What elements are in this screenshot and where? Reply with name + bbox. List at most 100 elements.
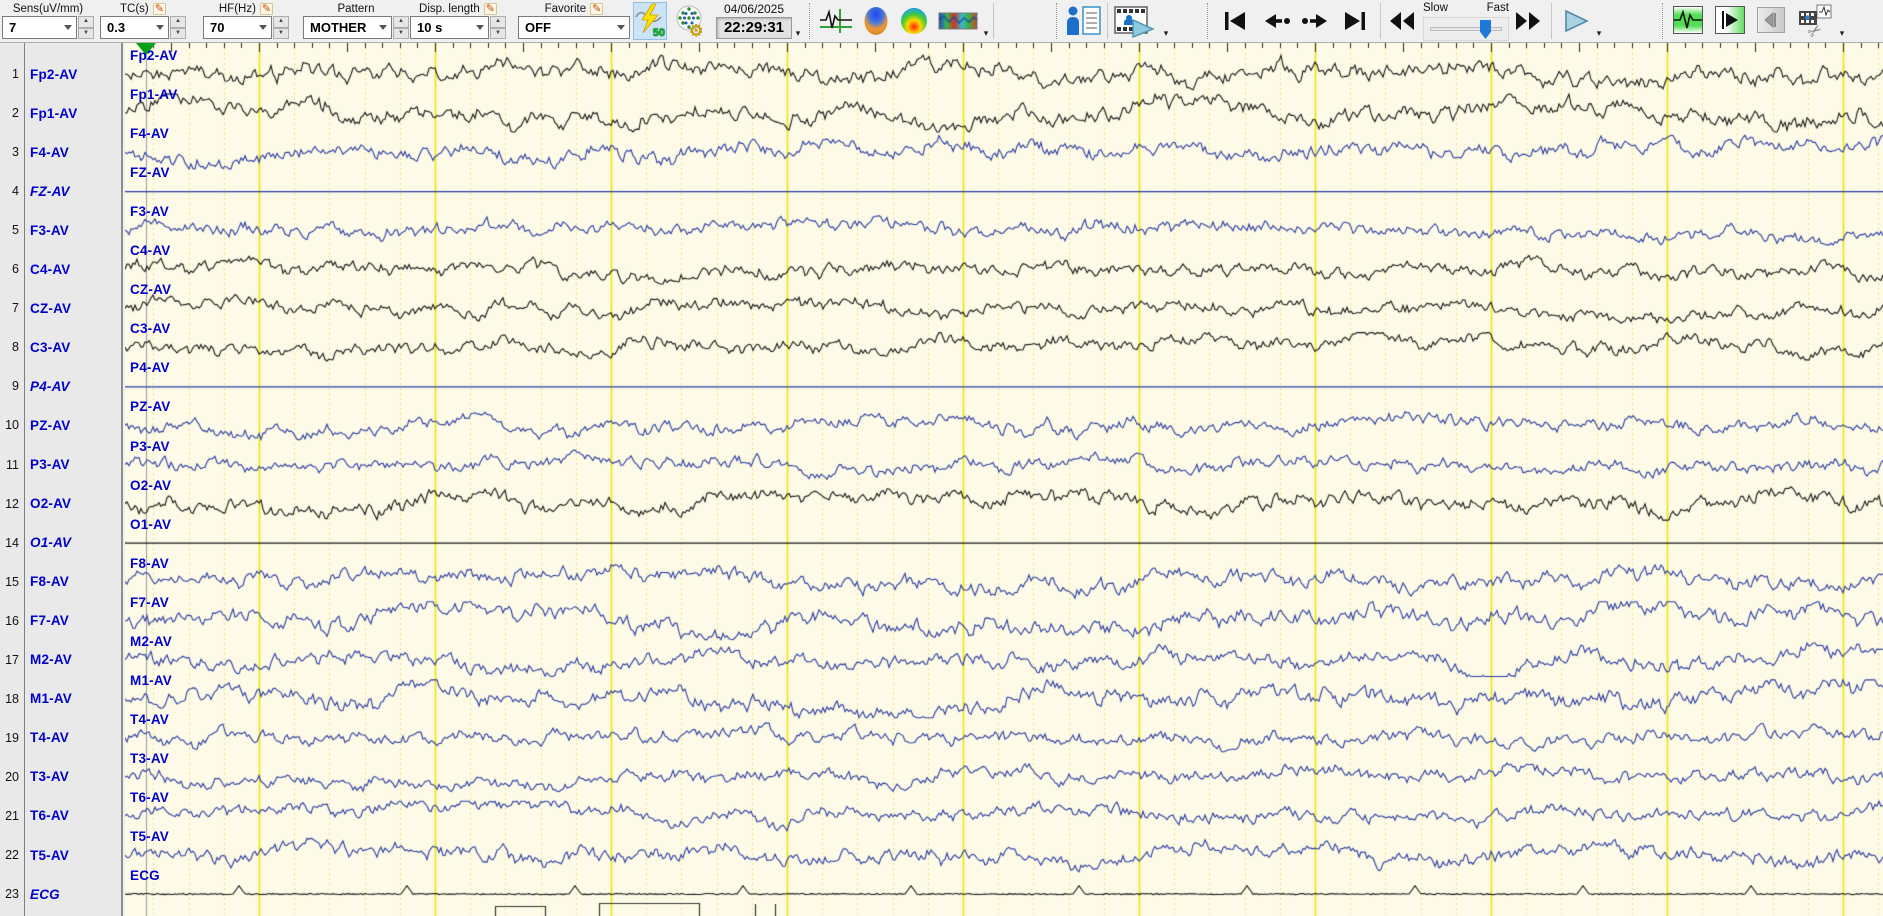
play-from-marker-button[interactable] bbox=[1715, 6, 1745, 34]
trace-label-f8-av[interactable]: F8-AV bbox=[130, 556, 169, 571]
sidebar-channel-p3-av[interactable]: 11 P3-AV bbox=[0, 456, 117, 474]
dsa-trend-button[interactable] bbox=[937, 2, 979, 40]
trace-label-fz-av[interactable]: FZ-AV bbox=[130, 165, 170, 180]
dropdown-arrow-icon[interactable]: ▾ bbox=[793, 28, 803, 39]
sidebar-channel-t4-av[interactable]: 19 T4-AV bbox=[0, 729, 117, 747]
play-button[interactable] bbox=[1562, 2, 1590, 40]
spin-down-icon[interactable]: ▼ bbox=[490, 27, 506, 39]
sidebar-channel-m2-av[interactable]: 17 M2-AV bbox=[0, 651, 117, 669]
sidebar-channel-t5-av[interactable]: 22 T5-AV bbox=[0, 846, 117, 864]
sidebar-channel-c4-av[interactable]: 6 C4-AV bbox=[0, 260, 117, 278]
sensitivity-spinner[interactable]: ▲ ▼ bbox=[78, 16, 94, 39]
video-clip-cut-button[interactable]: ✂ bbox=[1797, 2, 1833, 40]
trace-label-pz-av[interactable]: PZ-AV bbox=[130, 399, 171, 414]
sidebar-channel-f7-av[interactable]: 16 F7-AV bbox=[0, 612, 117, 630]
dropdown-arrow-icon[interactable]: ▾ bbox=[981, 28, 991, 39]
sidebar-channel-f3-av[interactable]: 5 F3-AV bbox=[0, 221, 117, 239]
display-length-combobox[interactable]: 10 s bbox=[410, 16, 489, 39]
trace-label-cz-av[interactable]: CZ-AV bbox=[130, 282, 171, 297]
head-map-3d-button[interactable] bbox=[860, 2, 892, 40]
trace-label-f4-av[interactable]: F4-AV bbox=[130, 126, 169, 141]
sensitivity-combobox[interactable]: 7 bbox=[2, 16, 77, 39]
trace-label-c4-av[interactable]: C4-AV bbox=[130, 243, 171, 258]
trace-label-p4-av[interactable]: P4-AV bbox=[130, 360, 170, 375]
trace-label-t5-av[interactable]: T5-AV bbox=[130, 829, 169, 844]
favorite-combobox[interactable]: OFF bbox=[518, 16, 630, 39]
edit-pencil-icon[interactable]: ✎ bbox=[152, 2, 166, 15]
edit-pencil-icon[interactable]: ✎ bbox=[590, 2, 604, 15]
sidebar-channel-pz-av[interactable]: 10 PZ-AV bbox=[0, 416, 117, 434]
sidebar-channel-f4-av[interactable]: 3 F4-AV bbox=[0, 143, 117, 161]
step-forward-button[interactable] bbox=[1300, 2, 1330, 40]
pattern-spinner[interactable]: ▲ ▼ bbox=[393, 16, 409, 39]
spin-up-icon[interactable]: ▲ bbox=[393, 16, 409, 28]
hf-spinner[interactable]: ▲ ▼ bbox=[273, 16, 289, 39]
trace-label-f7-av[interactable]: F7-AV bbox=[130, 595, 169, 610]
slider-track[interactable] bbox=[1430, 27, 1502, 31]
dropdown-arrow-icon[interactable]: ▾ bbox=[1161, 28, 1171, 39]
time-value: 22:29:31 bbox=[716, 17, 792, 39]
patient-info-button[interactable] bbox=[1065, 2, 1103, 40]
tc-spinner[interactable]: ▲ ▼ bbox=[170, 16, 186, 39]
previous-event-button-disabled[interactable] bbox=[1757, 7, 1785, 33]
fast-forward-button[interactable] bbox=[1513, 2, 1543, 40]
spin-down-icon[interactable]: ▼ bbox=[273, 27, 289, 39]
spin-up-icon[interactable]: ▲ bbox=[78, 16, 94, 28]
event-marker-button[interactable] bbox=[818, 2, 854, 40]
trace-label-fp1-av[interactable]: Fp1-AV bbox=[130, 87, 177, 102]
video-playback-button[interactable] bbox=[1113, 2, 1155, 40]
sidebar-channel-t3-av[interactable]: 20 T3-AV bbox=[0, 768, 117, 786]
spin-down-icon[interactable]: ▼ bbox=[393, 27, 409, 39]
sidebar-channel-fp2-av[interactable]: 1 Fp2-AV bbox=[0, 65, 117, 83]
spin-up-icon[interactable]: ▲ bbox=[490, 16, 506, 28]
speed-slider[interactable] bbox=[1423, 17, 1509, 41]
eeg-trace-canvas[interactable] bbox=[125, 43, 1883, 916]
tc-combobox[interactable]: 0.3 bbox=[100, 16, 169, 39]
trace-label-m1-av[interactable]: M1-AV bbox=[130, 673, 172, 688]
trace-label-t6-av[interactable]: T6-AV bbox=[130, 790, 169, 805]
rewind-button[interactable] bbox=[1387, 2, 1417, 40]
sidebar-channel-c3-av[interactable]: 8 C3-AV bbox=[0, 338, 117, 356]
sidebar-channel-m1-av[interactable]: 18 M1-AV bbox=[0, 690, 117, 708]
dropdown-arrow-icon[interactable]: ▾ bbox=[1837, 28, 1847, 39]
trace-label-o1-av[interactable]: O1-AV bbox=[130, 517, 171, 532]
topo-map-button[interactable] bbox=[898, 2, 930, 40]
skip-to-end-button[interactable] bbox=[1342, 2, 1368, 40]
sidebar-channel-fp1-av[interactable]: 2 Fp1-AV bbox=[0, 104, 117, 122]
sidebar-channel-ecg[interactable]: 23 ECG bbox=[0, 885, 117, 903]
hf-combobox[interactable]: 70 bbox=[203, 16, 272, 39]
sidebar-channel-cz-av[interactable]: 7 CZ-AV bbox=[0, 299, 117, 317]
trace-label-m2-av[interactable]: M2-AV bbox=[130, 634, 172, 649]
pattern-combobox[interactable]: MOTHER bbox=[303, 16, 392, 39]
sidebar-channel-f8-av[interactable]: 15 F8-AV bbox=[0, 573, 117, 591]
edit-pencil-icon[interactable]: ✎ bbox=[259, 2, 274, 15]
spin-up-icon[interactable]: ▲ bbox=[273, 16, 289, 28]
edit-pencil-icon[interactable]: ✎ bbox=[483, 2, 497, 15]
sidebar-channel-fz-av[interactable]: 4 FZ-AV bbox=[0, 182, 117, 200]
dropdown-arrow-icon[interactable]: ▾ bbox=[1594, 28, 1604, 39]
spin-down-icon[interactable]: ▼ bbox=[170, 27, 186, 39]
notch-filter-button[interactable]: 50 bbox=[633, 2, 667, 40]
display-length-spinner[interactable]: ▲ ▼ bbox=[490, 16, 506, 39]
trace-label-p3-av[interactable]: P3-AV bbox=[130, 439, 170, 454]
trace-label-f3-av[interactable]: F3-AV bbox=[130, 204, 169, 219]
trace-label-o2-av[interactable]: O2-AV bbox=[130, 478, 171, 493]
spin-down-icon[interactable]: ▼ bbox=[78, 27, 94, 39]
spin-up-icon[interactable]: ▲ bbox=[170, 16, 186, 28]
sidebar-channel-p4-av[interactable]: 9 P4-AV bbox=[0, 377, 117, 395]
sidebar-channel-t6-av[interactable]: 21 T6-AV bbox=[0, 807, 117, 825]
channel-number: 18 bbox=[5, 691, 19, 706]
electrode-map-button[interactable]: ⚙ bbox=[674, 2, 707, 40]
trace-label-t3-av[interactable]: T3-AV bbox=[130, 751, 169, 766]
chevron-down-icon bbox=[64, 25, 72, 30]
skip-to-start-button[interactable] bbox=[1222, 2, 1248, 40]
trace-label-t4-av[interactable]: T4-AV bbox=[130, 712, 169, 727]
trace-label-ecg[interactable]: ECG bbox=[130, 868, 160, 883]
step-back-button[interactable] bbox=[1262, 2, 1292, 40]
slider-thumb[interactable] bbox=[1480, 20, 1491, 39]
trace-label-c3-av[interactable]: C3-AV bbox=[130, 321, 171, 336]
sidebar-channel-o2-av[interactable]: 12 O2-AV bbox=[0, 495, 117, 513]
event-review-button[interactable] bbox=[1673, 6, 1703, 34]
trace-label-fp2-av[interactable]: Fp2-AV bbox=[130, 48, 177, 63]
sidebar-channel-o1-av[interactable]: 14 O1-AV bbox=[0, 534, 117, 552]
